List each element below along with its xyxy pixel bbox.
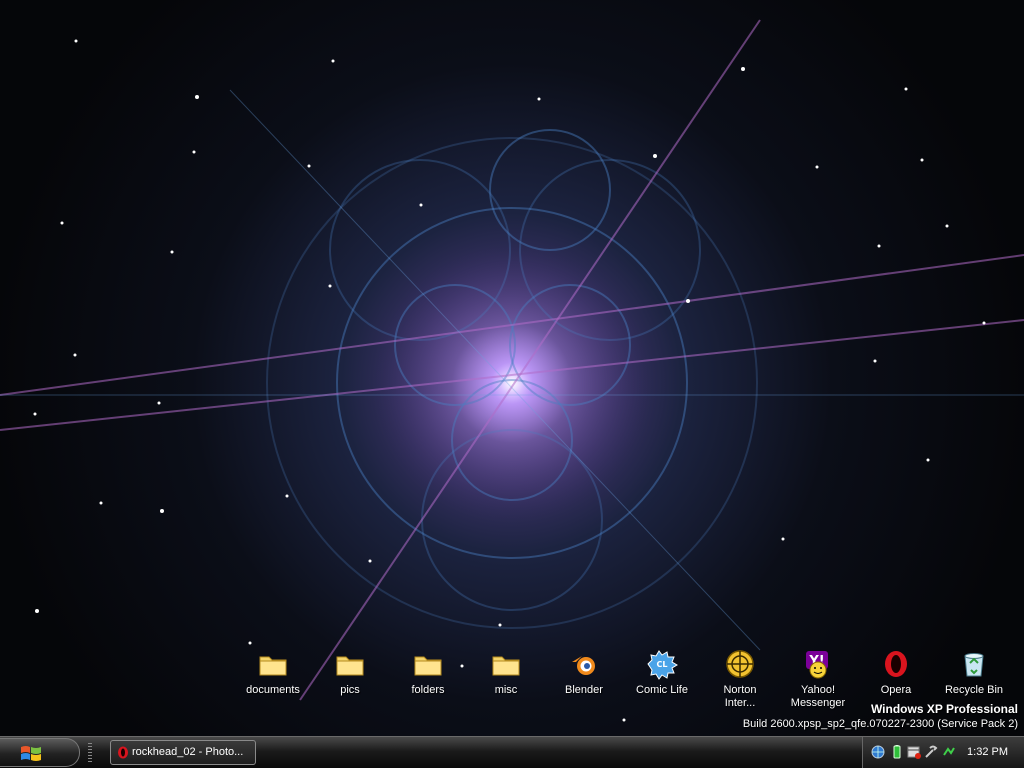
desktop-icon-misc[interactable]: misc [467, 648, 545, 714]
start-button[interactable] [0, 738, 80, 767]
desktop-icon-pics[interactable]: pics [311, 648, 389, 714]
desktop-icon-folders[interactable]: folders [389, 648, 467, 714]
desktop-icon-comic-life[interactable]: CL Comic Life [623, 648, 701, 714]
taskbar: rockhead_02 - Photo... 1:32 PM [0, 736, 1024, 768]
system-tray: 1:32 PM [862, 737, 1024, 768]
calendar-alert-icon[interactable] [907, 745, 921, 759]
desktop-icon-label: pics [340, 684, 360, 696]
blender-icon [572, 656, 595, 675]
os-edition-text: Windows XP Professional [870, 702, 1018, 716]
desktop-icon-label: misc [494, 684, 518, 696]
desktop-icon-label: folders [411, 684, 445, 696]
opera-icon [118, 746, 128, 759]
taskbar-button-rockhead[interactable]: rockhead_02 - Photo... [110, 740, 256, 765]
taskbar-grip[interactable] [88, 743, 92, 763]
yahoo-messenger-icon: Y! [806, 651, 828, 679]
taskbar-clock[interactable]: 1:32 PM [967, 746, 1008, 758]
norton-icon [726, 650, 754, 678]
folder-icon [492, 656, 520, 676]
desktop-icon-label: Comic Life [636, 684, 688, 696]
os-build-text: Build 2600.xpsp_sp2_qfe.070227-2300 (Ser… [742, 718, 1018, 730]
wallpaper-art [0, 19, 1024, 722]
opera-icon [885, 651, 907, 677]
taskbar-button-label: rockhead_02 - Photo... [132, 746, 244, 758]
network-globe-icon[interactable] [871, 745, 885, 759]
desktop-icon-label: Opera [880, 684, 912, 696]
network-connection-icon[interactable] [942, 745, 956, 759]
windows-flag-icon [21, 746, 41, 761]
folder-icon [259, 656, 287, 676]
desktop[interactable]: documents pics folders misc Blender CL C… [0, 0, 1024, 736]
battery-icon[interactable] [890, 745, 904, 759]
os-version-watermark: Windows XP Professional Build 2600.xpsp_… [743, 702, 1018, 731]
folder-icon [336, 656, 364, 676]
svg-text:CL: CL [657, 660, 668, 669]
recycle-bin-icon [964, 653, 984, 677]
desktop-icon-blender[interactable]: Blender [545, 648, 623, 714]
comic-life-icon: CL [647, 650, 678, 680]
desktop-icon-documents[interactable]: documents [234, 648, 312, 714]
tools-icon[interactable] [924, 745, 938, 759]
desktop-icon-label: documents [246, 684, 300, 696]
desktop-icon-label: Blender [565, 684, 603, 696]
desktop-icon-label: Recycle Bin [944, 684, 1004, 696]
folder-icon [414, 656, 442, 676]
